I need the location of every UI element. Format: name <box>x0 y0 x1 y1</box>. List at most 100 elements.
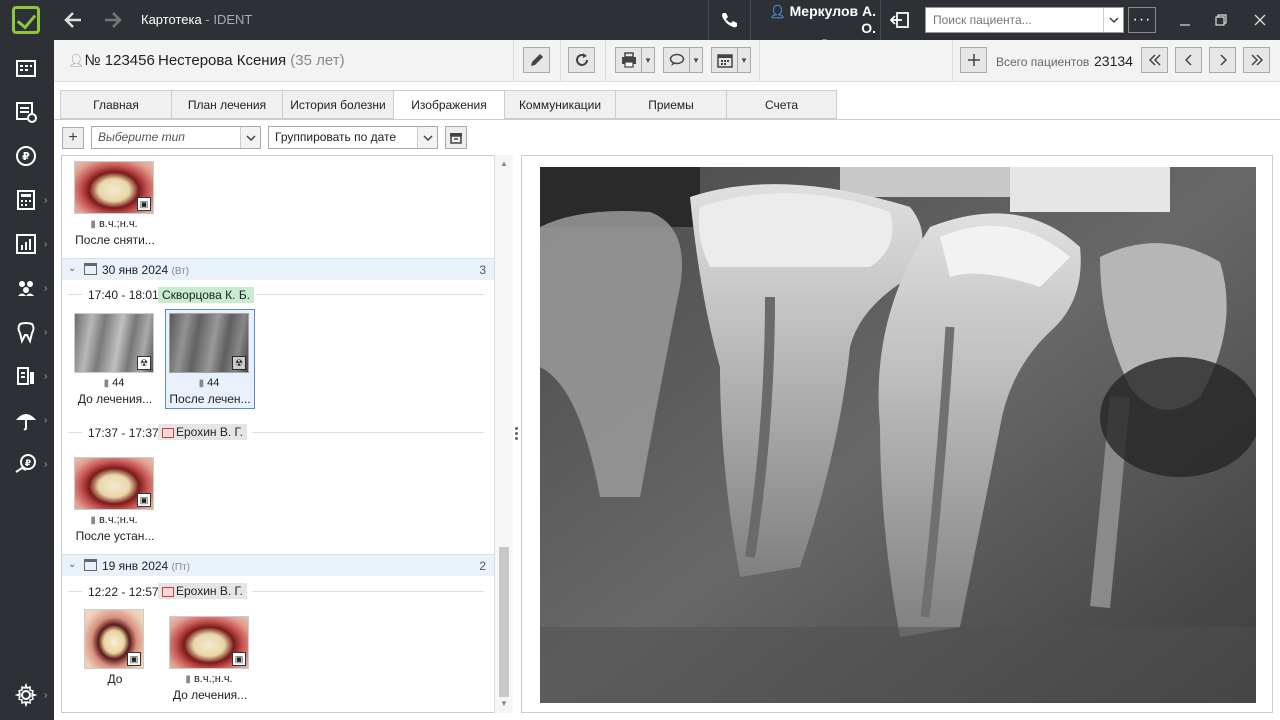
image-thumbnail[interactable]: ▣ <box>74 457 154 510</box>
image-thumbnail[interactable]: ☢ <box>74 313 154 373</box>
tab-appointments[interactable]: Приемы <box>615 90 726 119</box>
tab-images[interactable]: Изображения <box>393 90 504 120</box>
image-teeth-text: в.ч.;н.ч. <box>98 218 138 230</box>
image-type-select[interactable]: Выберите тип <box>91 126 261 149</box>
chevron-down-icon[interactable] <box>1103 8 1123 32</box>
payments-icon[interactable]: ₽ <box>13 143 39 169</box>
date-group-weekday: (Пт) <box>171 562 190 573</box>
image-viewer[interactable] <box>521 155 1273 713</box>
minimize-window-button[interactable] <box>1172 8 1198 32</box>
ident-logo-icon[interactable] <box>12 6 40 34</box>
tooth-icon[interactable] <box>13 319 39 345</box>
xray-radiation-icon: ☢ <box>232 356 246 370</box>
finance-icon[interactable]: ₽ <box>13 451 39 477</box>
image-thumbnail-selected[interactable]: ☢ <box>169 313 249 373</box>
comment-dropdown-chevron-icon[interactable]: ▾ <box>689 47 703 73</box>
date-group-date: 30 янв 2024 (Вт) <box>102 263 189 277</box>
image-caption: До лечения... <box>172 688 248 702</box>
lab-icon[interactable] <box>13 363 39 389</box>
xray-image[interactable] <box>540 167 1256 703</box>
calculator-icon[interactable] <box>13 187 39 213</box>
chevron-right-icon: › <box>44 283 48 294</box>
settings-gear-icon[interactable] <box>13 682 39 708</box>
patient-search[interactable] <box>925 7 1124 33</box>
logout-icon[interactable] <box>887 8 913 32</box>
image-teeth-text: 44 <box>112 377 125 389</box>
panel-splitter-handle[interactable] <box>515 427 519 443</box>
calendar-dropdown-chevron-icon[interactable]: ▾ <box>737 47 751 73</box>
edit-patient-button[interactable] <box>523 47 550 73</box>
staff-icon[interactable] <box>13 275 39 301</box>
print-dropdown-chevron-icon[interactable]: ▾ <box>641 47 655 73</box>
camera-icon: ▣ <box>137 493 151 507</box>
tab-invoices[interactable]: Счета <box>726 90 837 119</box>
double-chevron-right-icon <box>1250 54 1263 66</box>
chevron-down-icon[interactable] <box>417 127 437 148</box>
xray-radiation-icon: ☢ <box>137 356 151 370</box>
tooth-icon: ▮ <box>185 674 191 685</box>
divider <box>880 0 881 40</box>
main-sidebar: ₽ › › › › › › ₽ › › <box>0 0 54 720</box>
reports-icon[interactable] <box>13 231 39 257</box>
previous-record-button[interactable] <box>1175 47 1202 73</box>
divider <box>605 40 606 82</box>
close-window-button[interactable] <box>1247 8 1273 32</box>
next-record-button[interactable] <box>1209 47 1236 73</box>
restore-window-button[interactable] <box>1208 8 1234 32</box>
divider <box>252 591 484 592</box>
image-caption: После сняти... <box>75 233 155 247</box>
group-by-select[interactable]: Группировать по дате <box>268 126 438 149</box>
date-group-header[interactable]: ⌄ 30 янв 2024 (Вт) 3 <box>62 258 494 280</box>
list-scrollbar[interactable]: ▲ ▼ <box>494 155 513 713</box>
scrollbar-thumb[interactable] <box>499 547 509 697</box>
schedule-icon[interactable] <box>13 55 39 81</box>
image-thumbnail[interactable]: ▣ <box>74 161 154 214</box>
plus-icon: + <box>68 129 78 146</box>
image-caption: После лечен... <box>169 392 251 406</box>
image-caption: До <box>107 672 123 686</box>
chevron-down-icon[interactable]: ⌄ <box>68 263 76 274</box>
add-patient-button[interactable] <box>960 47 987 73</box>
patient-number: 👤︎№ 123456 <box>68 52 155 69</box>
tab-main[interactable]: Главная <box>60 90 171 119</box>
arrow-right-icon[interactable] <box>100 8 126 32</box>
image-teeth: ▮ 44 <box>74 377 154 389</box>
refresh-button[interactable] <box>568 47 595 73</box>
chevron-down-icon[interactable] <box>240 127 260 148</box>
tab-communications[interactable]: Коммуникации <box>504 90 615 119</box>
phone-icon[interactable] <box>716 8 742 32</box>
title-bar: Картотека - IDENT 👤︎ Меркулов А. О. Дире… <box>54 0 1280 51</box>
archive-button[interactable] <box>445 126 467 149</box>
add-image-button[interactable]: + <box>62 127 84 149</box>
images-list[interactable]: ▣ ▮ в.ч.;н.ч. После сняти... ⌄ 30 янв 20… <box>61 155 513 713</box>
scroll-up-arrow-icon[interactable]: ▲ <box>500 159 508 168</box>
image-teeth: ▮ 44 <box>169 377 249 389</box>
visit-time: 17:37 - 17:37 <box>88 426 159 440</box>
comment-button[interactable] <box>663 47 690 73</box>
patient-name: Нестерова Ксения <box>158 52 287 69</box>
image-thumbnail[interactable]: ▣ <box>169 616 249 669</box>
insurance-umbrella-icon[interactable] <box>13 407 39 433</box>
tab-medical-history[interactable]: История болезни <box>282 90 393 119</box>
image-thumbnail[interactable]: ▣ <box>84 609 144 669</box>
divider <box>256 294 484 295</box>
scroll-down-arrow-icon[interactable]: ▼ <box>500 699 508 708</box>
first-record-button[interactable] <box>1141 47 1168 73</box>
arrow-left-icon[interactable] <box>60 8 86 32</box>
divider <box>560 40 561 82</box>
patient-search-input[interactable] <box>926 8 1101 32</box>
date-group-header[interactable]: ⌄ 19 янв 2024 (Пт) 2 <box>62 554 494 576</box>
total-patients-label: Всего пациентов <box>996 55 1090 69</box>
print-button[interactable] <box>615 47 642 73</box>
calendar-button[interactable] <box>711 47 738 73</box>
more-options-button[interactable]: ··· <box>1128 7 1156 33</box>
chevron-down-icon[interactable]: ⌄ <box>68 559 76 570</box>
divider <box>759 40 760 82</box>
tab-treatment-plan[interactable]: План лечения <box>171 90 282 119</box>
chevron-right-icon: › <box>44 239 48 250</box>
ellipsis-icon: ··· <box>1132 11 1152 28</box>
divider <box>252 432 484 433</box>
records-icon[interactable] <box>13 99 39 125</box>
last-record-button[interactable] <box>1243 47 1270 73</box>
person-icon: 👤︎ <box>68 53 85 68</box>
